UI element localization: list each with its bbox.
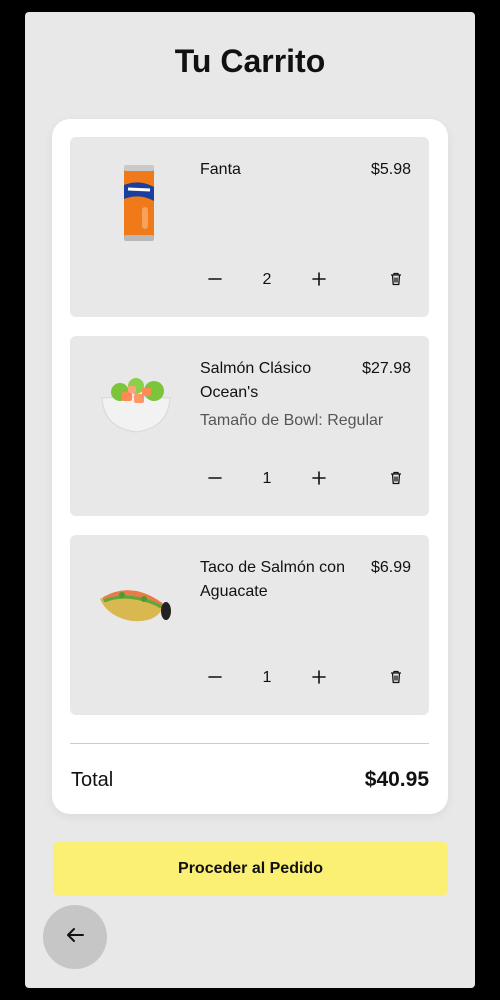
increase-quantity-button[interactable] — [304, 466, 334, 494]
cart-item: Taco de Salmón con Aguacate $6.99 1 — [70, 535, 429, 715]
page-title: Tu Carrito — [174, 43, 326, 79]
trash-icon — [388, 669, 404, 690]
plus-icon — [311, 669, 327, 690]
item-price: $27.98 — [362, 360, 411, 377]
item-name: Salmón Clásico Ocean's — [200, 360, 312, 401]
decrease-quantity-button[interactable] — [200, 665, 230, 693]
fanta-can-image — [92, 157, 180, 245]
quantity-value: 2 — [262, 271, 272, 288]
remove-item-button[interactable] — [381, 665, 411, 693]
divider — [70, 743, 429, 744]
item-name: Fanta — [200, 161, 241, 178]
increase-quantity-button[interactable] — [304, 267, 334, 295]
remove-item-button[interactable] — [381, 466, 411, 494]
option-value: Regular — [327, 412, 384, 429]
cart-card: Fanta $5.98 2 Salmón Clásico Ocean's $27… — [52, 119, 448, 814]
total-label: Total — [71, 769, 114, 791]
item-price: $5.98 — [370, 161, 411, 178]
minus-icon — [207, 470, 223, 491]
cart-item: Salmón Clásico Ocean's $27.98 Tamaño de … — [70, 336, 429, 516]
item-option: Tamaño de Bowl: Regular — [200, 412, 383, 430]
item-name: Taco de Salmón con Aguacate — [200, 559, 345, 600]
plus-icon — [311, 271, 327, 292]
minus-icon — [207, 669, 223, 690]
arrow-left-icon — [63, 923, 87, 952]
total-value: $40.95 — [364, 768, 429, 791]
increase-quantity-button[interactable] — [304, 665, 334, 693]
back-button[interactable] — [43, 905, 107, 969]
trash-icon — [388, 271, 404, 292]
cart-item: Fanta $5.98 2 — [70, 137, 429, 317]
decrease-quantity-button[interactable] — [200, 466, 230, 494]
plus-icon — [311, 470, 327, 491]
item-price: $6.99 — [370, 559, 411, 576]
quantity-value: 1 — [262, 470, 272, 487]
cart-screen: Tu Carrito Fanta $5.98 2 Salmón Clásico … — [25, 12, 475, 988]
proceed-to-order-button[interactable]: Proceder al Pedido — [53, 842, 448, 896]
minus-icon — [207, 271, 223, 292]
salmon-taco-image — [92, 555, 180, 643]
option-label: Tamaño de Bowl: — [200, 412, 323, 429]
quantity-value: 1 — [262, 669, 272, 686]
decrease-quantity-button[interactable] — [200, 267, 230, 295]
remove-item-button[interactable] — [381, 267, 411, 295]
trash-icon — [388, 470, 404, 491]
salmon-bowl-image — [92, 356, 180, 444]
